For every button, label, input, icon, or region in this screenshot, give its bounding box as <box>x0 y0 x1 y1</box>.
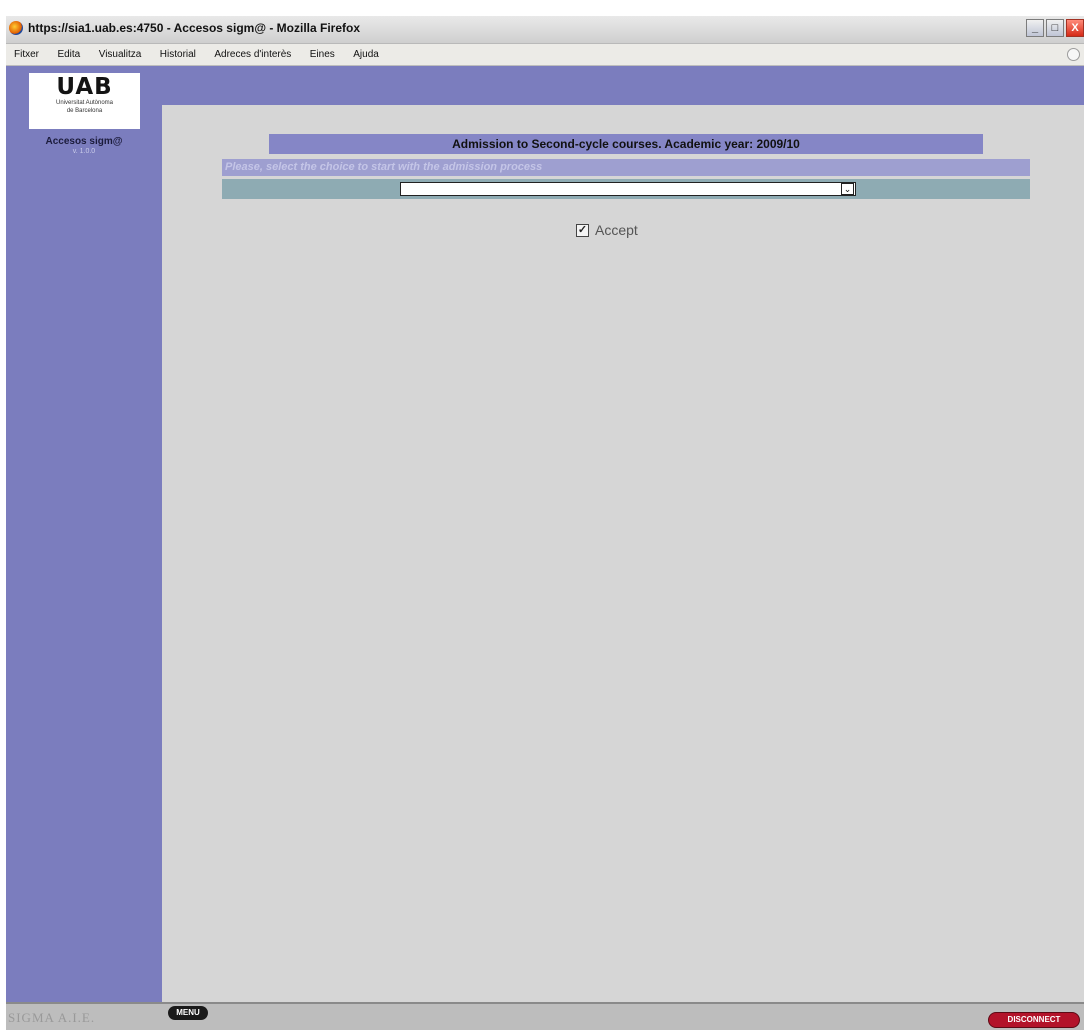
throbber-icon <box>1067 48 1080 61</box>
maximize-button[interactable]: □ <box>1046 19 1064 37</box>
menu-eines[interactable]: Eines <box>302 44 341 60</box>
selection-prompt: Please, select the choice to start with … <box>222 159 1030 176</box>
minimize-button[interactable]: _ <box>1026 19 1044 37</box>
admission-choice-select[interactable]: ⌄ <box>400 182 856 196</box>
window-controls: _ □ X <box>1026 19 1084 37</box>
browser-window: https://sia1.uab.es:4750 - Accesos sigm@… <box>6 16 1084 1030</box>
brand-label: SIGMA A.I.E. <box>8 1010 96 1025</box>
app-content: UAB Universitat Autònoma de Barcelona Ac… <box>6 66 1084 1002</box>
app-name: Accesos sigm@ <box>45 136 123 147</box>
page-title: Admission to Second-cycle courses. Acade… <box>269 134 983 154</box>
logo-line2: de Barcelona <box>66 108 103 114</box>
menu-historial[interactable]: Historial <box>152 44 202 60</box>
menu-edita[interactable]: Edita <box>49 44 86 60</box>
menu-visualitza[interactable]: Visualitza <box>91 44 148 60</box>
firefox-icon <box>9 21 23 35</box>
disconnect-button[interactable]: DISCONNECT <box>988 1012 1080 1028</box>
title-bar: https://sia1.uab.es:4750 - Accesos sigm@… <box>6 16 1084 44</box>
window-title: https://sia1.uab.es:4750 - Accesos sigm@… <box>28 21 361 35</box>
top-band <box>162 66 1084 105</box>
logo-line1: Universitat Autònoma <box>55 100 114 106</box>
menu-bar: Fitxer Edita Visualitza Historial Adrece… <box>6 44 1084 66</box>
logo-mark: UAB <box>56 74 113 100</box>
chevron-down-icon[interactable]: ⌄ <box>841 183 854 195</box>
sidebar: UAB Universitat Autònoma de Barcelona Ac… <box>6 66 162 1002</box>
accept-label[interactable]: Accept <box>595 222 638 238</box>
bottom-bar: SIGMA A.I.E. MENU DISCONNECT <box>6 1002 1084 1030</box>
menu-ajuda[interactable]: Ajuda <box>345 44 385 60</box>
menu-adreces[interactable]: Adreces d'interès <box>206 44 297 60</box>
menu-fitxer[interactable]: Fitxer <box>6 44 45 60</box>
accept-control[interactable]: ✓ Accept <box>576 221 638 239</box>
app-version: v. 1.0.0 <box>72 148 96 155</box>
accept-checkbox[interactable]: ✓ <box>576 223 589 237</box>
menu-button[interactable]: MENU <box>168 1006 208 1020</box>
uab-logo[interactable]: UAB Universitat Autònoma de Barcelona <box>29 73 140 129</box>
close-button[interactable]: X <box>1066 19 1084 37</box>
select-row: ⌄ <box>222 179 1030 199</box>
